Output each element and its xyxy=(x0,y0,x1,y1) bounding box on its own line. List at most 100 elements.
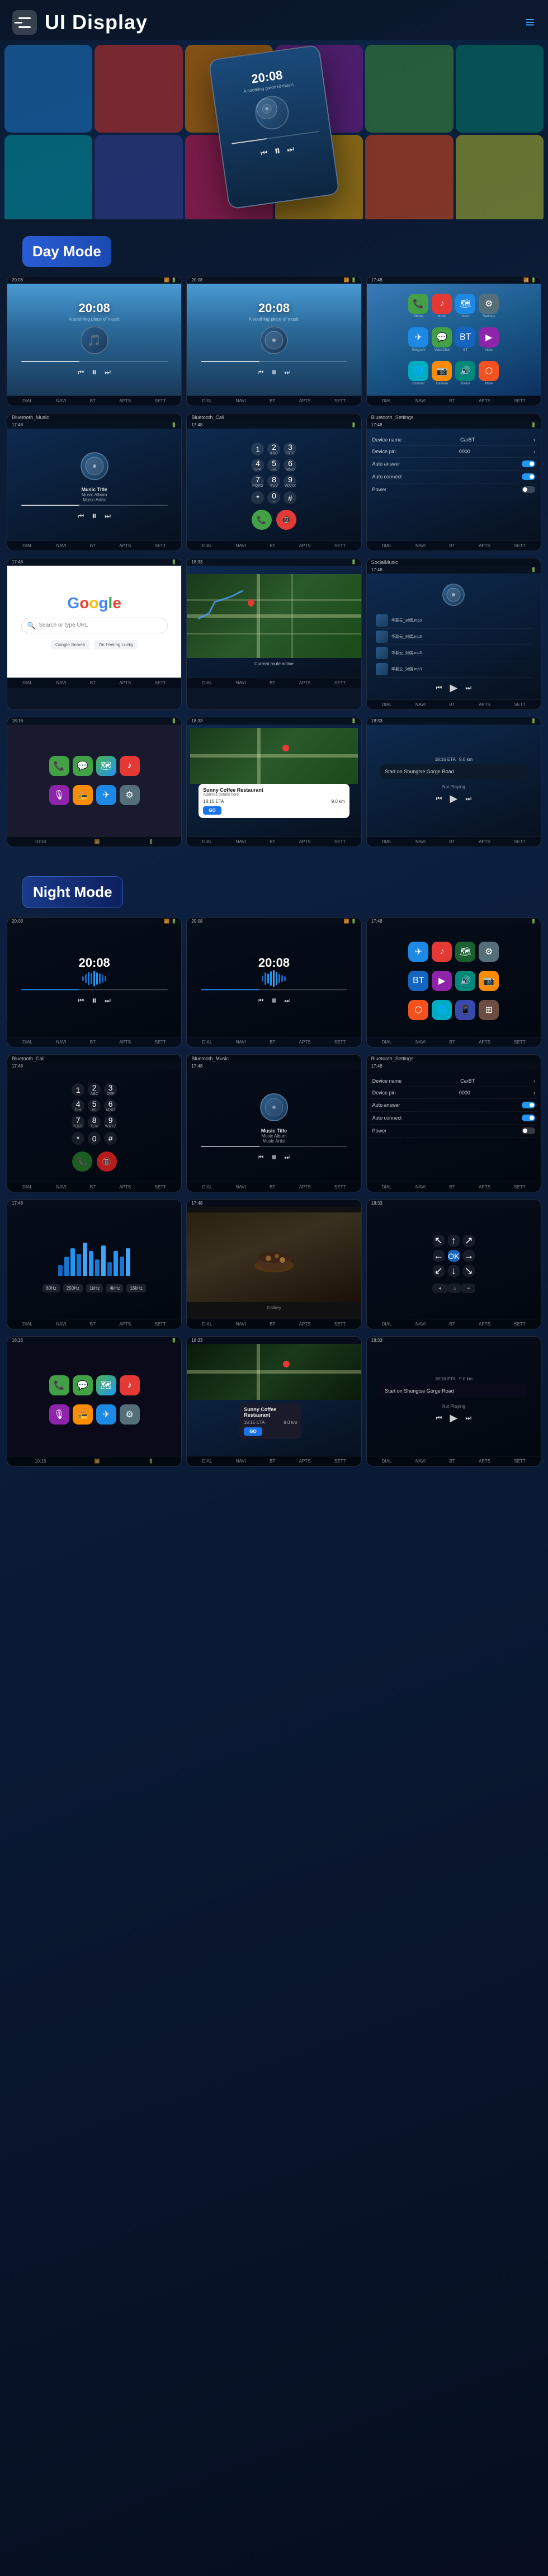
prev-icon[interactable]: ⏮ xyxy=(436,684,442,692)
app-more-3[interactable]: 🔊 Radio xyxy=(455,361,475,386)
social-music-item[interactable]: 华慕云_对偶.mp3 xyxy=(376,661,532,678)
dial-8[interactable]: 8TUV xyxy=(88,1116,101,1129)
eq-band[interactable]: 250Hz xyxy=(63,1284,83,1292)
app-settings[interactable]: ⚙ xyxy=(479,942,499,962)
carplay-app2[interactable]: 📻 xyxy=(73,785,93,805)
app-settings[interactable]: ⚙ Settings xyxy=(479,294,499,318)
next-icon[interactable]: ⏭ xyxy=(105,996,111,1005)
nav-arrow-downleft[interactable]: ↙ xyxy=(433,1265,445,1277)
app-more-5[interactable]: 📱 xyxy=(455,1000,475,1020)
end-call-button[interactable]: 📵 xyxy=(97,1151,117,1172)
app-more-4[interactable]: ⬡ More xyxy=(479,361,499,386)
app-bt[interactable]: BT BT xyxy=(455,327,475,352)
carplay-more[interactable]: ⚙ xyxy=(120,1404,140,1425)
carplay-phone[interactable]: 📞 xyxy=(49,756,69,776)
carplay-maps[interactable]: 🗺 xyxy=(96,756,116,776)
google-search-button[interactable]: Google Search xyxy=(51,640,89,650)
dial-hash[interactable]: # xyxy=(284,491,296,504)
dial-hash[interactable]: # xyxy=(104,1132,117,1145)
app-more-2[interactable]: 📷 Camera xyxy=(432,361,452,386)
menu-icon[interactable] xyxy=(12,10,37,35)
app-more-6[interactable]: ⊞ xyxy=(479,1000,499,1020)
auto-connect-toggle[interactable] xyxy=(522,1115,535,1121)
dial-5[interactable]: 5JKL xyxy=(88,1099,101,1112)
play-pause-icon[interactable]: ⏸ xyxy=(92,510,97,522)
app-more-3[interactable]: ⬡ xyxy=(408,1000,428,1020)
dial-star[interactable]: * xyxy=(251,491,264,504)
nav-home-button[interactable]: ⌂ xyxy=(448,1284,462,1293)
play-pause-icon[interactable]: ⏸ xyxy=(92,366,97,378)
app-music[interactable]: ♪ xyxy=(432,942,452,962)
app-telegram[interactable]: ✈ xyxy=(408,942,428,962)
prev-icon[interactable]: ⏮ xyxy=(258,368,264,377)
carplay-messages[interactable]: 💬 xyxy=(73,756,93,776)
social-music-item[interactable]: 华慕云_对偶.mp3 xyxy=(376,629,532,645)
app-extra[interactable]: ▶ Video xyxy=(479,327,499,352)
dial-4[interactable]: 4GHI xyxy=(72,1099,84,1112)
carplay-podcast[interactable]: 🎙 xyxy=(49,785,69,805)
carplay-app2[interactable]: 📻 xyxy=(73,1404,93,1425)
dial-3[interactable]: 3DEF xyxy=(104,1083,117,1096)
play-pause-icon[interactable]: ⏸ xyxy=(271,366,276,378)
prev-button[interactable]: ⏮ xyxy=(260,148,268,158)
carplay-music[interactable]: ♪ xyxy=(120,756,140,776)
play-pause-icon[interactable]: ⏸ xyxy=(271,995,276,1007)
nav-arrow-upright[interactable]: ↗ xyxy=(463,1235,475,1247)
app-more-2[interactable]: 📷 xyxy=(479,971,499,991)
next-button[interactable]: ⏭ xyxy=(286,144,295,154)
carplay-app3[interactable]: ✈ xyxy=(96,1404,116,1425)
nav-arrow-right[interactable]: → xyxy=(463,1250,475,1262)
eq-band[interactable]: 16kHz xyxy=(126,1284,146,1292)
play-pause-icon[interactable]: ▶ xyxy=(450,682,457,694)
go-button[interactable]: GO xyxy=(203,806,221,815)
prev-icon[interactable]: ⏮ xyxy=(258,996,264,1005)
nav-menu-button[interactable]: ≡ xyxy=(461,1284,475,1293)
dial-0[interactable]: 0 xyxy=(88,1132,101,1145)
app-music[interactable]: ♪ Music xyxy=(432,294,452,318)
next-icon[interactable]: ⏭ xyxy=(465,684,471,692)
eq-band[interactable]: 60Hz xyxy=(42,1284,60,1292)
app-navi[interactable]: 🗺 Navi xyxy=(455,294,475,318)
power-toggle[interactable] xyxy=(522,486,535,493)
app-wechat[interactable]: 💬 VoiceChat xyxy=(432,327,452,352)
prev-icon[interactable]: ⏮ xyxy=(258,1153,264,1162)
play-pause-icon[interactable]: ⏸ xyxy=(271,1151,276,1163)
eq-band[interactable]: 1kHz xyxy=(86,1284,103,1292)
dial-1[interactable]: 1 xyxy=(72,1083,84,1096)
carplay-phone[interactable]: 📞 xyxy=(49,1375,69,1395)
dial-3[interactable]: 3DEF xyxy=(284,443,296,455)
google-search-bar[interactable]: 🔍 Search or type URL xyxy=(21,618,168,633)
dial-6[interactable]: 6MNO xyxy=(104,1099,117,1112)
prev-icon[interactable]: ⏮ xyxy=(436,1414,442,1422)
dial-9[interactable]: 9WXYZ xyxy=(284,475,296,488)
next-icon[interactable]: ⏭ xyxy=(284,368,290,377)
dial-star[interactable]: * xyxy=(72,1132,84,1145)
auto-answer-toggle[interactable] xyxy=(522,1102,535,1108)
dial-6[interactable]: 6MNO xyxy=(284,459,296,472)
next-icon[interactable]: ⏭ xyxy=(465,795,471,803)
auto-answer-toggle[interactable] xyxy=(522,460,535,467)
carplay-messages[interactable]: 💬 xyxy=(73,1375,93,1395)
nav-arrow-left[interactable]: ← xyxy=(433,1250,445,1262)
next-icon[interactable]: ⏭ xyxy=(465,1414,471,1422)
next-icon[interactable]: ⏭ xyxy=(284,996,290,1005)
social-music-item[interactable]: 华慕云_对偶.mp3 xyxy=(376,645,532,661)
call-button[interactable]: 📞 xyxy=(72,1151,92,1172)
dial-2[interactable]: 2ABC xyxy=(88,1083,101,1096)
play-pause-icon[interactable]: ▶ xyxy=(450,1412,457,1424)
play-pause-icon[interactable]: ⏸ xyxy=(92,995,97,1007)
dial-0[interactable]: 0+ xyxy=(267,491,280,504)
prev-icon[interactable]: ⏮ xyxy=(436,795,442,803)
prev-icon[interactable]: ⏮ xyxy=(78,368,84,377)
nav-center-button[interactable]: OK xyxy=(448,1250,460,1262)
carplay-podcast[interactable]: 🎙 xyxy=(49,1404,69,1425)
app-navi[interactable]: 🗺 xyxy=(455,942,475,962)
nav-arrow-up[interactable]: ↑ xyxy=(448,1235,460,1247)
next-icon[interactable]: ⏭ xyxy=(105,512,111,520)
next-icon[interactable]: ⏭ xyxy=(105,368,111,377)
nav-arrow-upleft[interactable]: ↖ xyxy=(433,1235,445,1247)
app-phone[interactable]: 📞 Phone xyxy=(408,294,428,318)
prev-icon[interactable]: ⏮ xyxy=(78,996,84,1005)
dial-1[interactable]: 1 xyxy=(251,443,264,455)
dial-7[interactable]: 7PQRS xyxy=(72,1116,84,1129)
